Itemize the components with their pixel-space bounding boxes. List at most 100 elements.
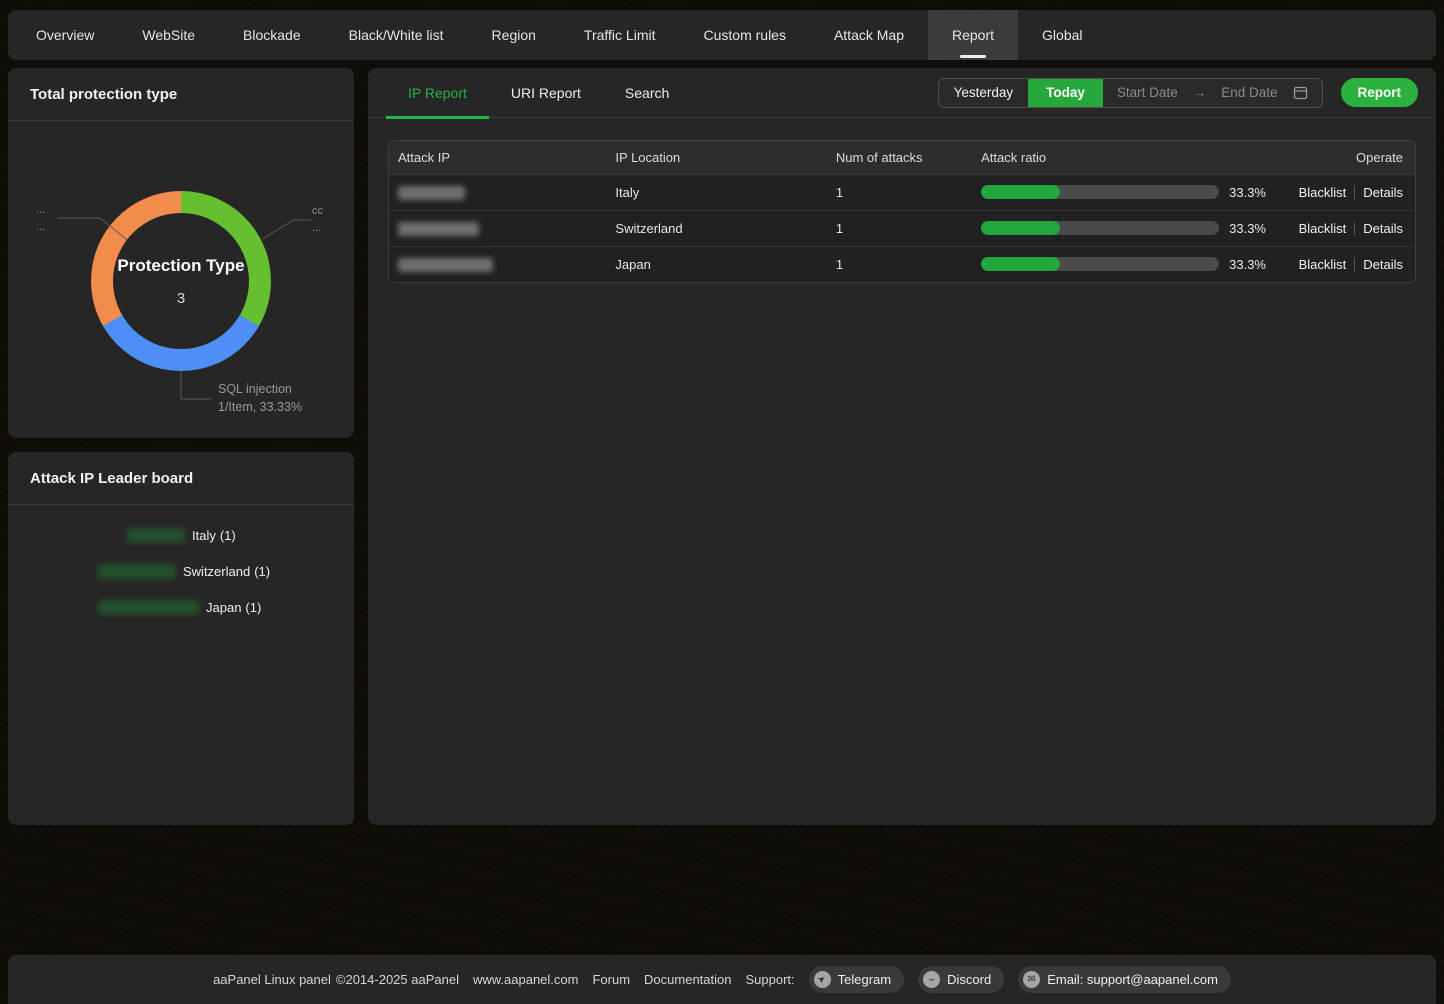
ratio-value: 33.3%	[1229, 185, 1266, 200]
tab-ip-report[interactable]: IP Report	[386, 68, 489, 117]
ratio-bar-track	[981, 185, 1219, 199]
donut-label-right: cc ...	[312, 203, 323, 237]
leaderboard-count: (1)	[220, 528, 236, 543]
col-attack-ip: Attack IP	[389, 141, 606, 174]
nav-item-blockade[interactable]: Blockade	[219, 10, 325, 60]
report-panel-header: IP Report URI Report Search Yesterday To…	[368, 68, 1436, 118]
blacklist-link[interactable]: Blacklist	[1299, 221, 1347, 236]
attack-ip-leaderboard-card: Attack IP Leader board Italy(1) Switzerl…	[8, 452, 354, 825]
leaderboard-count: (1)	[254, 564, 270, 579]
footer-documentation-link[interactable]: Documentation	[644, 972, 731, 987]
telegram-icon: ➤	[814, 971, 831, 988]
leaderboard-row-japan: Japan(1)	[98, 598, 261, 616]
blacklist-link[interactable]: Blacklist	[1299, 257, 1347, 272]
discord-label: Discord	[947, 972, 991, 987]
tab-search[interactable]: Search	[603, 68, 691, 117]
telegram-button[interactable]: ➤ Telegram	[809, 966, 904, 993]
email-label: Email: support@aapanel.com	[1047, 972, 1218, 987]
footer-brand: aaPanel Linux panel	[213, 972, 331, 987]
tab-ip-report-label: IP Report	[408, 85, 467, 101]
date-controls: Yesterday Today Start Date → End Date Re…	[938, 68, 1418, 117]
ratio-bar-track	[981, 257, 1219, 271]
top-nav: Overview WebSite Blockade Black/White li…	[8, 10, 1436, 60]
ip-location-cell: Switzerland	[606, 210, 826, 246]
action-divider	[1354, 222, 1355, 235]
leaderboard-country: Italy	[192, 528, 216, 543]
report-button[interactable]: Report	[1341, 78, 1419, 107]
nav-item-region[interactable]: Region	[468, 10, 560, 60]
blacklist-link[interactable]: Blacklist	[1299, 185, 1347, 200]
col-operate: Operate	[1273, 141, 1415, 174]
details-link[interactable]: Details	[1363, 185, 1403, 200]
ratio-bar-fill	[981, 221, 1060, 235]
table-row: Switzerland 1 33.3% Blacklist	[389, 210, 1415, 246]
ratio-bar-fill	[981, 257, 1060, 271]
donut-label-sql-line2: 1/Item, 33.33%	[218, 398, 302, 416]
ratio-bar-track	[981, 221, 1219, 235]
nav-item-report-label: Report	[952, 27, 994, 43]
attack-ratio-cell: 33.3%	[981, 257, 1273, 272]
col-attack-ratio: Attack ratio	[972, 141, 1273, 174]
details-link[interactable]: Details	[1363, 257, 1403, 272]
col-ip-location: IP Location	[606, 141, 826, 174]
ratio-bar-fill	[981, 185, 1060, 199]
tab-active-indicator	[386, 116, 489, 119]
ip-location-cell: Japan	[606, 246, 826, 282]
table-row: Italy 1 33.3% Blacklist	[389, 174, 1415, 210]
nav-item-attack-map[interactable]: Attack Map	[810, 10, 928, 60]
email-icon: ✉	[1023, 971, 1040, 988]
date-range-picker[interactable]: Start Date → End Date	[1103, 85, 1322, 100]
start-date-placeholder[interactable]: Start Date	[1117, 85, 1178, 100]
ip-location-cell: Italy	[606, 174, 826, 210]
footer-support-label: Support:	[745, 972, 794, 987]
today-button[interactable]: Today	[1028, 79, 1103, 107]
discord-icon: ⌣	[923, 971, 940, 988]
leaderboard-country: Switzerland	[183, 564, 250, 579]
nav-item-black-white-list[interactable]: Black/White list	[325, 10, 468, 60]
blurred-attack-ip	[398, 186, 465, 200]
end-date-placeholder[interactable]: End Date	[1221, 85, 1277, 100]
email-button[interactable]: ✉ Email: support@aapanel.com	[1018, 966, 1231, 993]
active-tab-indicator	[960, 55, 986, 58]
donut-label-sql-line1: SQL injection	[218, 380, 302, 398]
donut-label-left: ... ...	[36, 202, 45, 236]
donut-label-right-line1: cc	[312, 203, 323, 220]
footer-copyright: ©2014-2025 aaPanel	[336, 972, 459, 987]
date-range-group: Yesterday Today Start Date → End Date	[938, 78, 1323, 108]
telegram-label: Telegram	[838, 972, 891, 987]
nav-item-traffic-limit[interactable]: Traffic Limit	[560, 10, 680, 60]
nav-item-overview[interactable]: Overview	[12, 10, 118, 60]
leaderboard-count: (1)	[245, 600, 261, 615]
blurred-ip-bar	[98, 600, 199, 615]
footer-forum-link[interactable]: Forum	[592, 972, 630, 987]
details-link[interactable]: Details	[1363, 221, 1403, 236]
donut-label-right-line2: ...	[312, 220, 323, 237]
attack-ratio-cell: 33.3%	[981, 221, 1273, 236]
footer: aaPanel Linux panel ©2014-2025 aaPanel w…	[8, 955, 1436, 1004]
range-arrow-icon: →	[1193, 85, 1207, 100]
donut-center-value: 3	[177, 290, 185, 307]
nav-item-global[interactable]: Global	[1018, 10, 1106, 60]
leaderboard-row-italy: Italy (1)	[127, 526, 236, 544]
nav-item-custom-rules[interactable]: Custom rules	[680, 10, 810, 60]
calendar-icon[interactable]	[1293, 85, 1308, 100]
leaderboard-row-switzerland: Switzerland (1)	[98, 562, 270, 580]
table-header-row: Attack IP IP Location Num of attacks Att…	[389, 141, 1415, 174]
tab-uri-report[interactable]: URI Report	[489, 68, 603, 117]
num-attacks-cell: 1	[827, 174, 972, 210]
protection-type-donut-chart: Protection Type 3	[91, 191, 271, 371]
protection-card-title: Total protection type	[8, 68, 354, 121]
num-attacks-cell: 1	[827, 210, 972, 246]
donut-center-title: Protection Type	[117, 256, 244, 276]
footer-site-link[interactable]: www.aapanel.com	[473, 972, 579, 987]
action-divider	[1354, 186, 1355, 199]
nav-item-report[interactable]: Report	[928, 10, 1018, 60]
num-attacks-cell: 1	[827, 246, 972, 282]
action-divider	[1354, 258, 1355, 271]
nav-item-website[interactable]: WebSite	[118, 10, 219, 60]
yesterday-button[interactable]: Yesterday	[939, 79, 1029, 107]
attack-report-table: Attack IP IP Location Num of attacks Att…	[388, 140, 1416, 283]
ratio-value: 33.3%	[1229, 221, 1266, 236]
donut-label-left-line1: ...	[36, 202, 45, 219]
discord-button[interactable]: ⌣ Discord	[918, 966, 1004, 993]
